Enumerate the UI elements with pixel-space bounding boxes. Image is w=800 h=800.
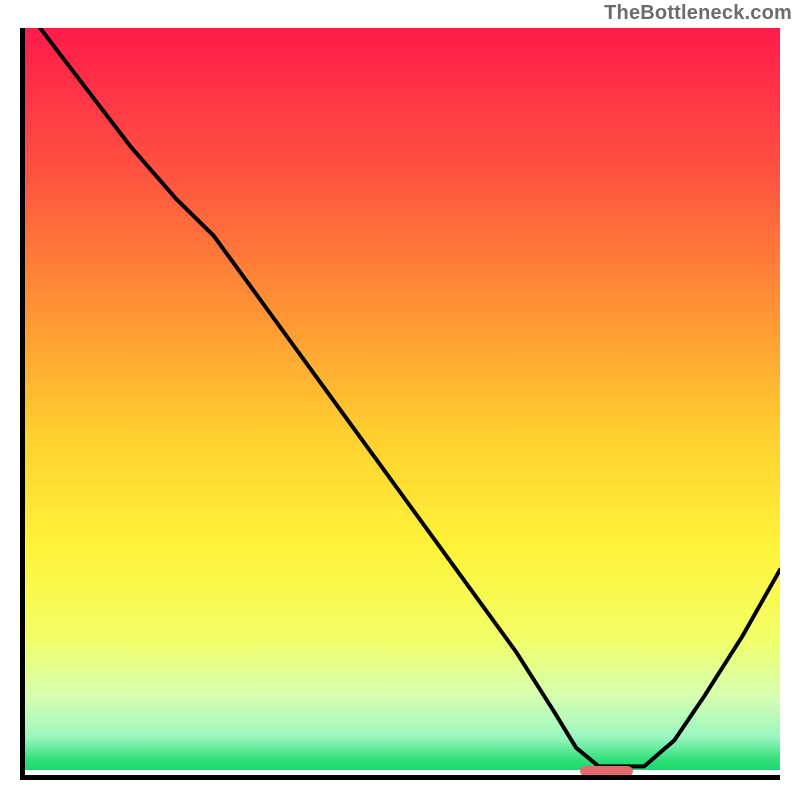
bottleneck-curve [25,28,780,770]
attribution-text: TheBottleneck.com [604,2,792,25]
optimal-marker [580,766,633,776]
plot-area [20,28,780,780]
